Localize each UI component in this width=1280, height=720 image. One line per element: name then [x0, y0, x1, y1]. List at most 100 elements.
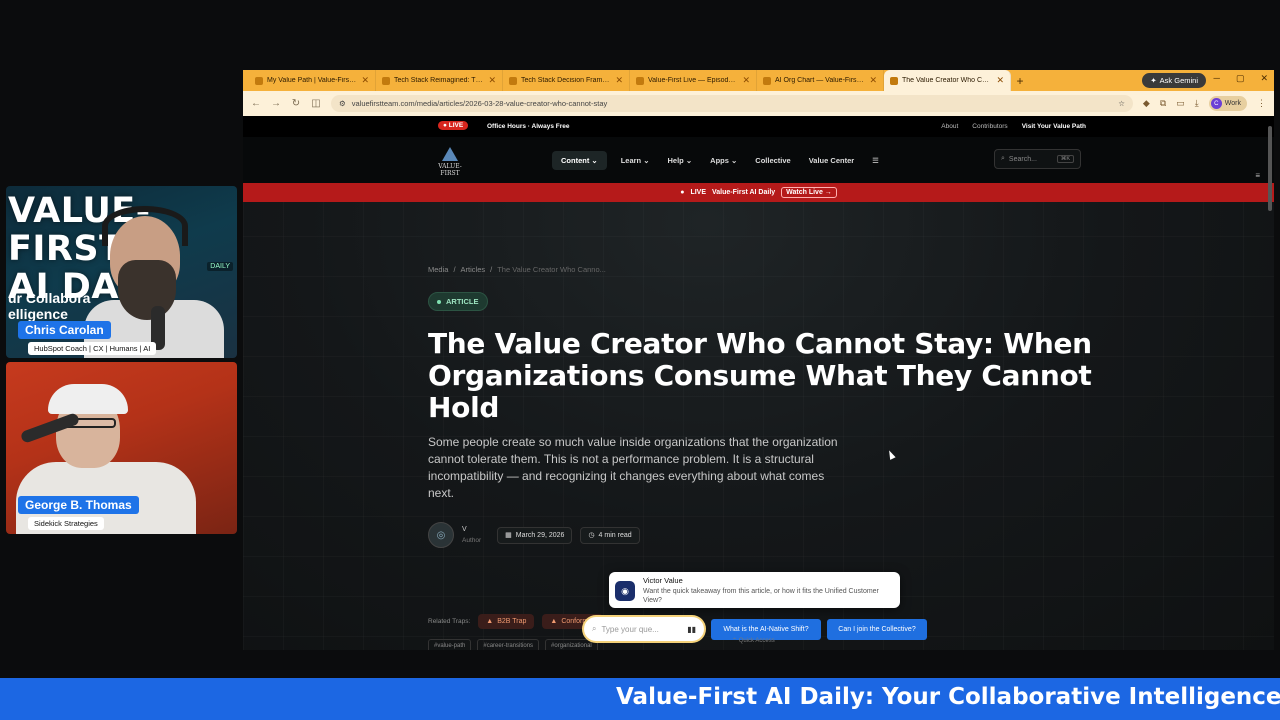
person-beard	[118, 260, 176, 320]
nav-help[interactable]: Help ⌄	[668, 156, 693, 165]
article-meta: ◎ V Author ▦ March 29, 2026 ◷ 4 min read	[428, 522, 640, 548]
live-banner: ● LIVE Value-First AI Daily Watch Live →	[243, 183, 1274, 202]
bookmark-star-icon[interactable]: ☆	[1118, 99, 1125, 108]
nav-label: Learn	[620, 156, 642, 165]
search-icon: ⌕	[592, 624, 597, 633]
assistant-popup[interactable]: ◉ Victor Value Want the quick takeaway f…	[609, 572, 900, 608]
tab-label: The Value Creator Who Cannot	[902, 77, 993, 84]
profile-avatar: C	[1210, 98, 1222, 109]
read-time-label: 4 min read	[598, 531, 632, 539]
url-input[interactable]: ⚙ valuefirstteam.com/media/articles/2026…	[331, 95, 1133, 112]
suggestion-button[interactable]: Can I join the Collective?	[827, 619, 927, 640]
date-label: March 29, 2026	[515, 531, 565, 539]
tab-label: Value-First Live — Episode 1 | V	[648, 77, 739, 84]
clock-icon: ◷	[588, 532, 595, 539]
breadcrumb-separator: /	[490, 265, 493, 274]
site-search-input[interactable]: ⌕ Search... ⌘K	[994, 149, 1081, 169]
nav-value-center[interactable]: Value Center	[809, 156, 854, 165]
banner-title: Value-First AI Daily	[712, 189, 776, 196]
forward-arrow-icon[interactable]: →	[271, 98, 281, 109]
site-info-icon[interactable]: ⚙	[339, 99, 346, 108]
favicon-icon	[636, 76, 644, 85]
close-icon[interactable]: ✕	[488, 75, 496, 86]
reload-icon[interactable]: ↻	[291, 98, 301, 109]
browser-tab-active[interactable]: The Value Creator Who Cannot ✕	[884, 70, 1011, 91]
nav-label: Help	[667, 156, 684, 165]
read-time-chip: ◷ 4 min read	[580, 526, 640, 544]
breadcrumb-media[interactable]: Media	[428, 265, 448, 274]
tab-bar: My Value Path | Value-First Tea ✕ Tech S…	[243, 70, 1274, 91]
office-hours-link[interactable]: Office Hours · Always Free	[487, 123, 569, 130]
quick-access-toggle[interactable]: ⌃ Quick Access	[732, 637, 775, 644]
close-icon[interactable]: ✕	[615, 75, 623, 86]
contributors-link[interactable]: Contributors	[972, 123, 1007, 130]
nav-learn[interactable]: Learn ⌄	[621, 156, 650, 165]
top-links: About Contributors Visit Your Value Path	[941, 123, 1086, 130]
extension-icon[interactable]: ◆	[1143, 98, 1150, 109]
breadcrumb: Media / Articles / The Value Creator Who…	[428, 265, 606, 274]
tab-label: My Value Path | Value-First Tea	[267, 77, 358, 84]
live-dot-icon: ●	[680, 189, 685, 196]
download-icon[interactable]: ⤓	[1195, 98, 1199, 109]
hashtag-chip[interactable]: #value-path	[428, 639, 472, 650]
quick-access-label: Quick Access	[738, 638, 775, 644]
author-name[interactable]: V	[462, 524, 481, 535]
page-scrollbar[interactable]	[1268, 126, 1272, 211]
site-logo[interactable]: VALUE-FIRST	[429, 147, 471, 177]
about-link[interactable]: About	[941, 123, 958, 130]
browser-tab[interactable]: AI Org Chart — Value-First Tea ✕	[757, 70, 884, 91]
chat-input[interactable]: ⌕ Type your que... ▮▮	[584, 617, 704, 641]
browser-tab[interactable]: Tech Stack Decision Framework ✕	[503, 70, 630, 91]
trap-chip[interactable]: ▲ B2B Trap	[478, 614, 535, 629]
speaker-role-tag: HubSpot Coach | CX | Humans | AI	[28, 342, 157, 355]
split-view-icon[interactable]: ◫	[311, 98, 321, 109]
nav-apps[interactable]: Apps ⌄	[710, 156, 737, 165]
close-icon[interactable]: ✕	[742, 75, 750, 86]
live-badge[interactable]: ● LIVE	[438, 121, 469, 130]
browser-tab[interactable]: Value-First Live — Episode 1 | V ✕	[630, 70, 757, 91]
warning-icon: ▲	[550, 618, 558, 625]
voice-input-icon[interactable]: ▮▮	[687, 625, 696, 634]
browser-tab[interactable]: Tech Stack Reimagined: The Re ✕	[376, 70, 503, 91]
author-role: Author	[462, 537, 482, 544]
ask-gemini-button[interactable]: ✦ Ask Gemini	[1142, 73, 1206, 88]
new-tab-button[interactable]: +	[1011, 70, 1029, 91]
nav-label: Apps	[710, 156, 729, 165]
nav-collective[interactable]: Collective	[755, 156, 790, 165]
author-avatar[interactable]: ◎	[428, 522, 454, 548]
value-path-link[interactable]: Visit Your Value Path	[1022, 123, 1086, 130]
web-page: ● LIVE Office Hours · Always Free About …	[243, 116, 1274, 650]
menu-kebab-icon[interactable]: ⋮	[1257, 98, 1266, 109]
close-icon[interactable]: ✕	[361, 75, 369, 86]
tab-label: Tech Stack Decision Framework	[521, 77, 612, 84]
close-icon[interactable]: ✕	[996, 75, 1004, 86]
bot-avatar-icon: ◉	[615, 581, 635, 601]
puzzle-icon[interactable]: ⧉	[1160, 98, 1166, 109]
maximize-icon[interactable]: ▢	[1236, 73, 1245, 84]
nav-content[interactable]: Content ⌄	[552, 151, 607, 170]
related-traps: Related Traps: ▲ B2B Trap ▲ Conformity	[428, 614, 604, 629]
hamburger-menu-icon[interactable]: ☰	[872, 156, 879, 165]
sidebar-toggle-icon[interactable]: ≡	[1255, 171, 1260, 180]
watch-live-button[interactable]: Watch Live →	[781, 187, 837, 198]
url-text: valuefirstteam.com/media/articles/2026-0…	[351, 99, 608, 108]
close-window-icon[interactable]: ✕	[1260, 73, 1268, 84]
nav-items: Content ⌄ Learn ⌄ Help ⌄ Apps ⌄ Collecti…	[552, 151, 879, 170]
browser-tab[interactable]: My Value Path | Value-First Tea ✕	[249, 70, 376, 91]
hashtag-chip[interactable]: #career-transitions	[477, 639, 540, 650]
assistant-name: Victor Value	[643, 576, 683, 585]
profile-button[interactable]: C Work	[1208, 96, 1247, 111]
minimize-icon[interactable]: ─	[1214, 73, 1220, 84]
logo-text: VALUE-FIRST	[438, 163, 462, 177]
favicon-icon	[509, 76, 517, 85]
banner-live-label: LIVE	[690, 189, 706, 196]
trap-label: B2B Trap	[497, 618, 527, 625]
sidebar-icon[interactable]: ▭	[1176, 98, 1185, 109]
hashtag-chip[interactable]: #organizational	[545, 639, 598, 650]
back-arrow-icon[interactable]: ←	[251, 98, 261, 109]
lower-third-ticker: Value-First AI Daily: Your Collaborative…	[0, 678, 1280, 720]
breadcrumb-articles[interactable]: Articles	[461, 265, 486, 274]
close-icon[interactable]: ✕	[869, 75, 877, 86]
main-nav: VALUE-FIRST Content ⌄ Learn ⌄ Help ⌄ App…	[243, 137, 1274, 183]
webcam-george: George B. Thomas Sidekick Strategies	[6, 362, 237, 534]
